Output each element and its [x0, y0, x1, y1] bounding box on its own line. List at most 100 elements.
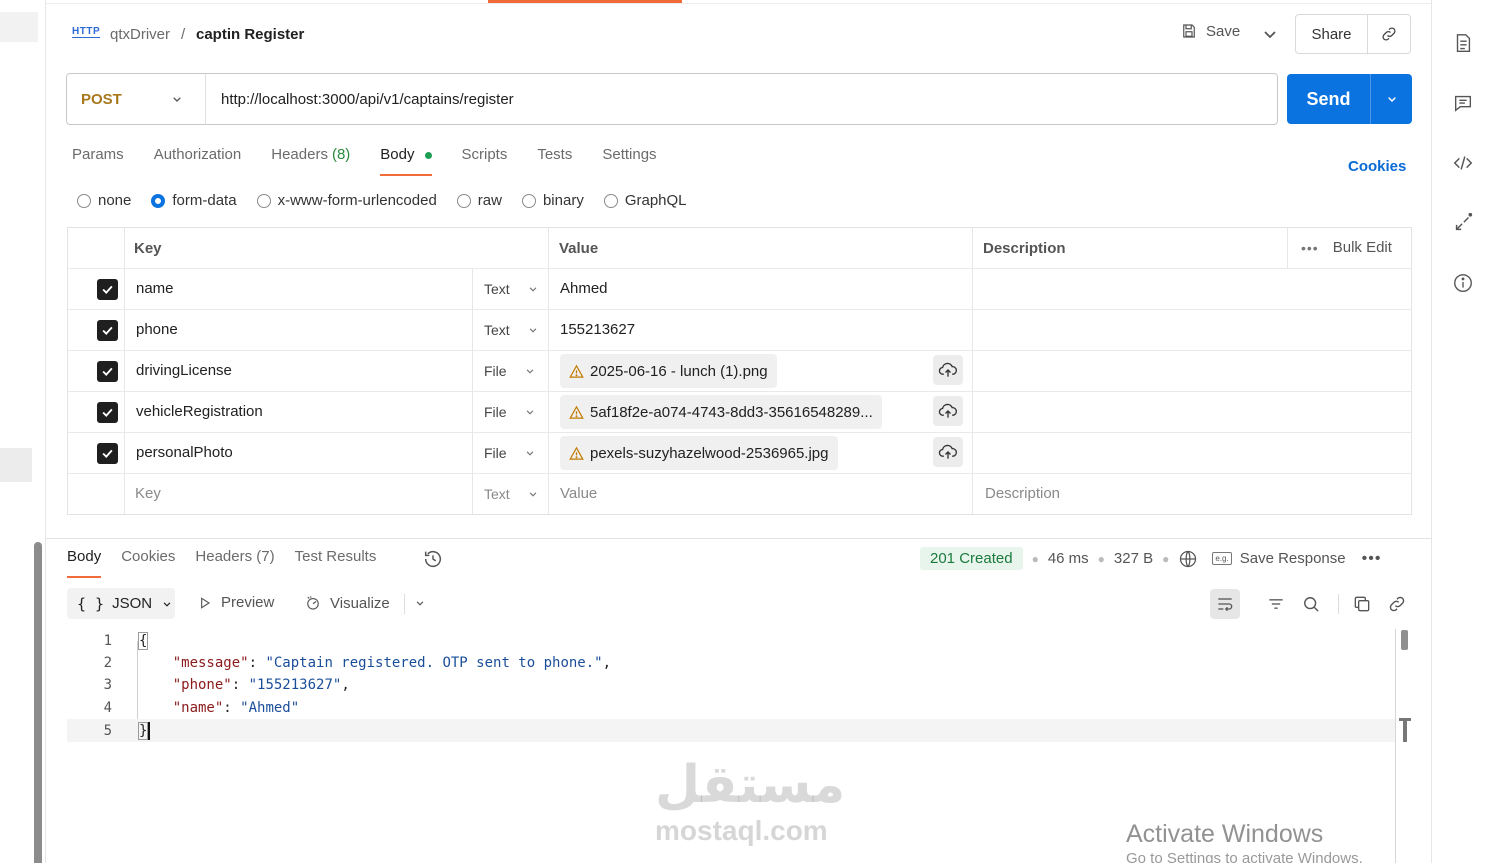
response-tab-body[interactable]: Body: [67, 548, 102, 578]
radio-button[interactable]: [456, 193, 471, 208]
headers-count: (8): [331, 146, 351, 163]
search-button[interactable]: [1298, 591, 1324, 617]
response-tab-test-results[interactable]: Test Results: [295, 548, 377, 578]
type-select[interactable]: File: [484, 404, 537, 420]
comments-button[interactable]: [1452, 92, 1474, 114]
visualize-button[interactable]: Visualize: [304, 594, 390, 612]
tab-scripts[interactable]: Scripts: [462, 146, 508, 176]
body-mode-urlencoded[interactable]: x-www-form-urlencoded: [256, 192, 437, 209]
wrap-lines-button[interactable]: [1210, 589, 1240, 619]
type-select[interactable]: Text: [484, 322, 540, 338]
breadcrumb-separator: /: [181, 26, 186, 43]
filter-icon: [1269, 599, 1283, 609]
response-link-button[interactable]: [1384, 591, 1410, 617]
cookies-link[interactable]: Cookies: [1348, 158, 1406, 175]
row-checkbox[interactable]: [97, 320, 118, 341]
tab-body[interactable]: Body: [380, 146, 432, 176]
cloud-upload-icon: [938, 362, 957, 377]
chevron-down-icon[interactable]: [413, 596, 427, 610]
request-title[interactable]: captin Register: [196, 26, 304, 43]
response-tab-cookies[interactable]: Cookies: [121, 548, 175, 578]
chevron-down-icon[interactable]: [1258, 22, 1282, 46]
tab-authorization[interactable]: Authorization: [154, 146, 242, 176]
preview-button[interactable]: Preview: [197, 594, 274, 611]
new-description-input[interactable]: Description: [985, 485, 1060, 502]
body-mode-binary[interactable]: binary: [521, 192, 584, 209]
breadcrumb-collection[interactable]: qtxDriver: [110, 26, 170, 43]
radio-button[interactable]: [77, 193, 91, 208]
value-cell[interactable]: 155213627: [560, 321, 635, 338]
status-badge[interactable]: 201 Created: [920, 547, 1023, 570]
type-select[interactable]: File: [484, 445, 537, 461]
sidebar-item-stub-selected[interactable]: [0, 448, 32, 482]
comment-icon: [1454, 95, 1472, 112]
table-row: drivingLicense File 2025-06-16 - lunch (…: [68, 351, 1411, 392]
row-checkbox[interactable]: [97, 279, 118, 300]
new-type-select[interactable]: Text: [484, 486, 540, 502]
tab-params[interactable]: Params: [72, 146, 124, 176]
history-icon[interactable]: [422, 548, 444, 570]
upload-file-button[interactable]: [933, 355, 963, 385]
bulk-edit-button[interactable]: Bulk Edit: [1333, 239, 1392, 256]
file-chip[interactable]: 2025-06-16 - lunch (1).png: [560, 354, 777, 388]
sidebar-scrollbar[interactable]: [34, 542, 42, 863]
row-checkbox[interactable]: [97, 443, 118, 464]
save-response-button[interactable]: e.g. Save Response: [1212, 550, 1346, 567]
related-requests-button[interactable]: [1452, 212, 1474, 234]
method-select[interactable]: POST: [67, 74, 206, 124]
info-button[interactable]: [1452, 272, 1474, 294]
share-button[interactable]: Share: [1296, 15, 1368, 53]
meta-separator: ●: [1097, 551, 1105, 566]
line-number: 1: [103, 632, 112, 649]
code-snippet-button[interactable]: [1452, 152, 1474, 174]
radio-button-selected[interactable]: [151, 193, 166, 208]
body-mode-form-data[interactable]: form-data: [151, 192, 237, 209]
response-time[interactable]: 46 ms: [1048, 550, 1089, 567]
code-scroll-track: [1395, 629, 1396, 863]
code-scrollbar-thumb[interactable]: [1401, 630, 1408, 650]
key-cell[interactable]: name: [136, 280, 174, 297]
body-mode-graphql[interactable]: GraphQL: [603, 192, 687, 209]
copy-button[interactable]: [1349, 591, 1375, 617]
send-options-button[interactable]: [1371, 74, 1412, 124]
url-input[interactable]: http://localhost:3000/api/v1/captains/re…: [206, 74, 1277, 124]
send-button[interactable]: Send: [1287, 74, 1371, 124]
file-chip[interactable]: pexels-suzyhazelwood-2536965.jpg: [560, 436, 838, 470]
key-cell[interactable]: personalPhoto: [136, 444, 233, 461]
key-cell[interactable]: drivingLicense: [136, 362, 232, 379]
documentation-button[interactable]: [1452, 32, 1474, 54]
more-options-icon[interactable]: •••: [1301, 240, 1319, 256]
tab-tests[interactable]: Tests: [537, 146, 572, 176]
key-cell[interactable]: phone: [136, 321, 178, 338]
more-options-icon[interactable]: •••: [1362, 550, 1382, 568]
response-tab-headers[interactable]: Headers (7): [195, 548, 274, 578]
response-size[interactable]: 327 B: [1114, 550, 1153, 567]
row-checkbox[interactable]: [97, 402, 118, 423]
response-format-select[interactable]: { } JSON: [67, 588, 175, 619]
request-response-divider[interactable]: [46, 538, 1431, 539]
key-cell[interactable]: vehicleRegistration: [136, 403, 263, 420]
file-chip[interactable]: 5af18f2e-a074-4743-8dd3-35616548289...: [560, 395, 882, 429]
new-key-input[interactable]: Key: [135, 485, 161, 502]
radio-button[interactable]: [603, 193, 618, 208]
tab-headers[interactable]: Headers (8): [271, 146, 350, 176]
filter-button[interactable]: [1263, 591, 1289, 617]
save-button[interactable]: Save: [1180, 22, 1240, 40]
radio-button[interactable]: [521, 193, 536, 208]
upload-file-button[interactable]: [933, 396, 963, 426]
type-select[interactable]: Text: [484, 281, 540, 297]
globe-icon[interactable]: [1178, 549, 1198, 569]
radio-button[interactable]: [256, 193, 271, 208]
new-value-input[interactable]: Value: [560, 485, 597, 502]
sidebar-item-stub[interactable]: [0, 12, 38, 42]
body-mode-none[interactable]: none: [77, 192, 131, 209]
value-cell[interactable]: Ahmed: [560, 280, 608, 297]
type-select[interactable]: File: [484, 363, 537, 379]
table-row: phone Text 155213627: [68, 310, 1411, 351]
body-mode-raw[interactable]: raw: [456, 192, 502, 209]
upload-file-button[interactable]: [933, 437, 963, 467]
link-icon: [1389, 596, 1405, 612]
tab-settings[interactable]: Settings: [602, 146, 656, 176]
copy-link-button[interactable]: [1368, 15, 1410, 53]
row-checkbox[interactable]: [97, 361, 118, 382]
